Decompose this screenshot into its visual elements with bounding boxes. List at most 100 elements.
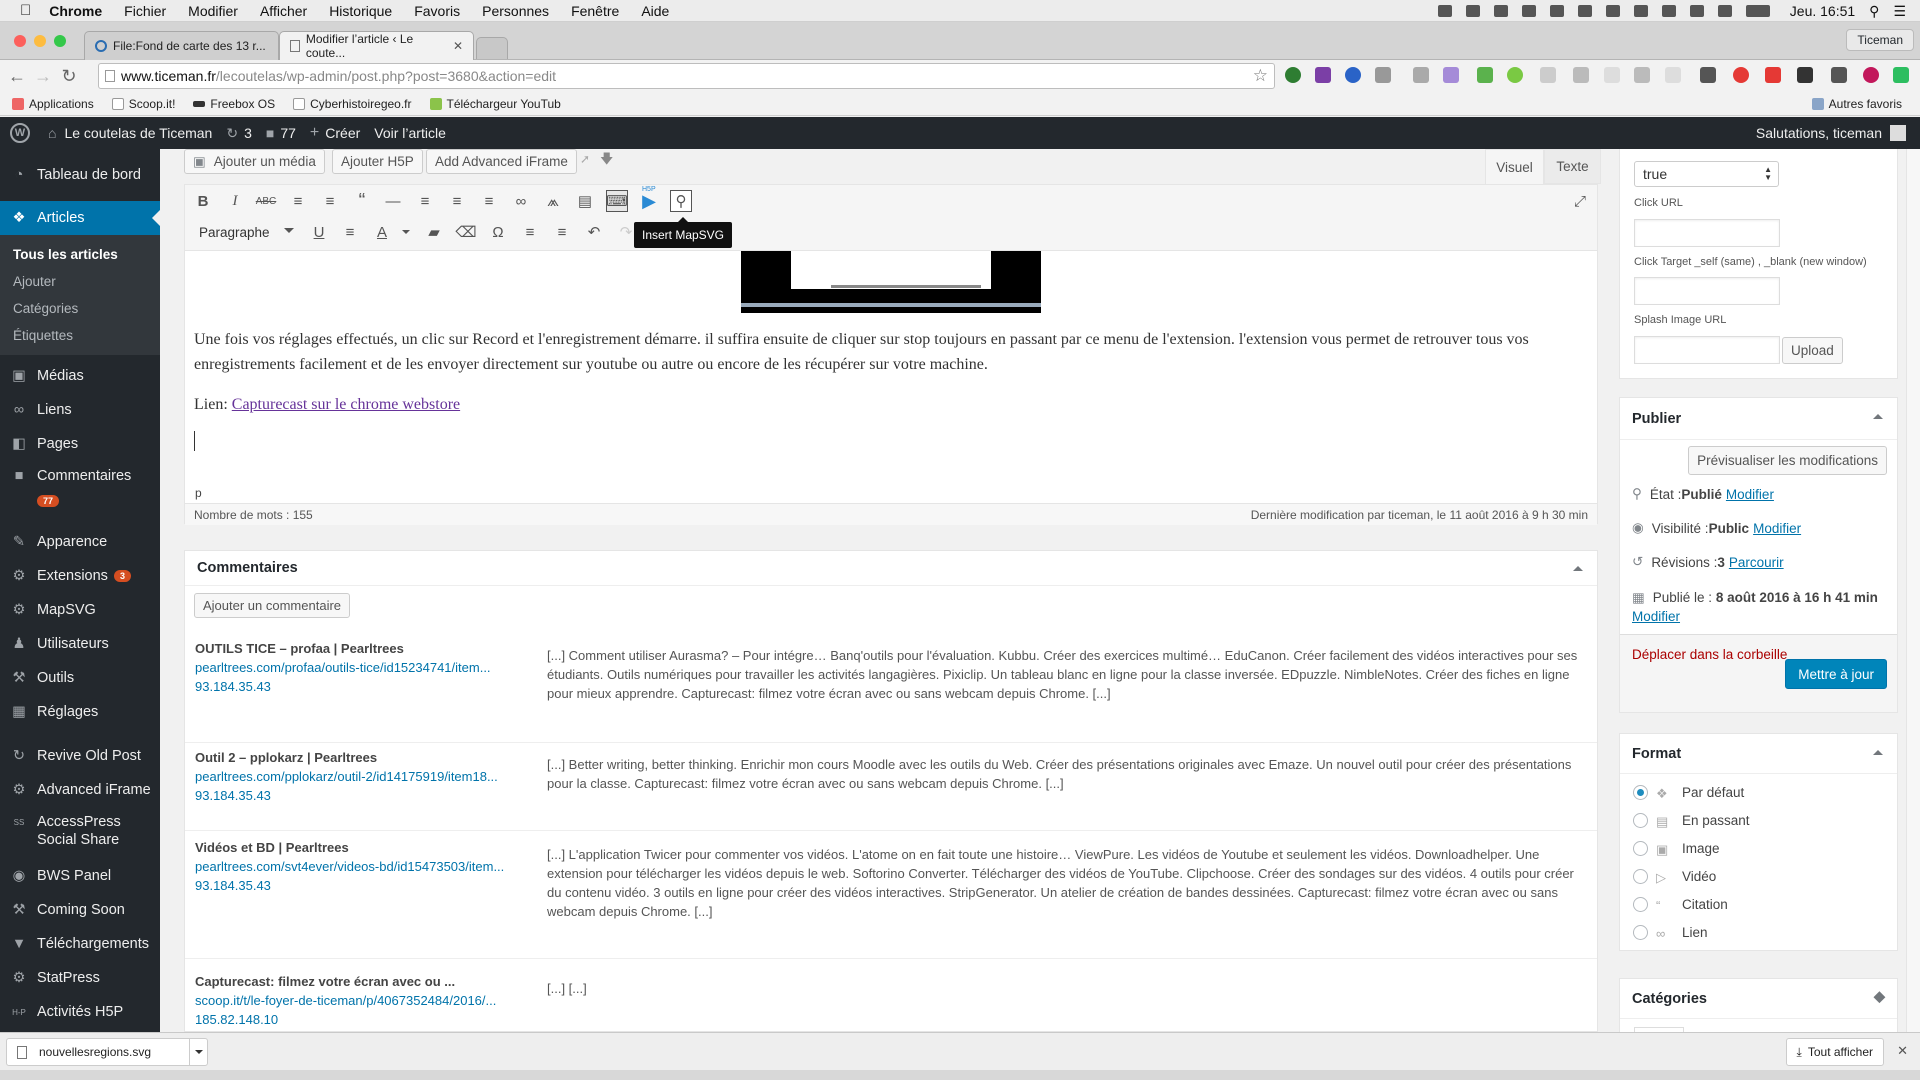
bookmark-freebox[interactable]: Freebox OS [193, 97, 275, 111]
admin-comments[interactable]: ■ 77 [266, 125, 296, 141]
minimize-window-button[interactable] [34, 35, 46, 47]
sidebar-item-links[interactable]: ∞ Liens [0, 393, 160, 427]
chevron-down-icon[interactable] [402, 230, 410, 234]
bookmark-other[interactable]: Autres favoris [1811, 97, 1902, 111]
status-icon[interactable] [1521, 5, 1536, 17]
menu-historique[interactable]: Historique [329, 3, 392, 19]
sidebar-item-mapsvg[interactable]: ⚙ MapSVG [0, 593, 160, 627]
zoom-window-button[interactable] [54, 35, 66, 47]
submenu-categories[interactable]: Catégories [0, 295, 160, 322]
sidebar-item-coming-soon[interactable]: ⚒ Coming Soon [0, 893, 160, 927]
format-option-image[interactable]: ▣ Image [1633, 841, 1720, 857]
extension-icon[interactable] [1477, 67, 1493, 83]
menu-favoris[interactable]: Favoris [414, 3, 460, 19]
sidebar-item-plugins[interactable]: ⚙ Extensions 3 [0, 559, 160, 593]
close-window-button[interactable] [14, 35, 26, 47]
format-select[interactable]: Paragraphe [193, 220, 300, 244]
submenu-add[interactable]: Ajouter [0, 268, 160, 295]
justify-icon[interactable]: ≡ [339, 221, 361, 243]
clock[interactable]: Jeu. 16:51 [1790, 3, 1855, 19]
upload-button[interactable]: Upload [1782, 337, 1843, 364]
close-tab-icon[interactable]: ✕ [453, 39, 463, 53]
add-comment-button[interactable]: Ajouter un commentaire [194, 593, 351, 618]
paste-text-icon[interactable]: ▰ [423, 221, 445, 243]
format-header[interactable]: Format [1620, 734, 1897, 774]
browse-revisions-link[interactable]: Parcourir [1729, 555, 1784, 570]
menu-afficher[interactable]: Afficher [260, 3, 307, 19]
submenu-all-articles[interactable]: Tous les articles [0, 241, 160, 268]
extension-icon[interactable] [1573, 67, 1589, 83]
author-ip[interactable]: 93.184.35.43 [195, 677, 535, 696]
extension-icon[interactable] [1285, 67, 1301, 83]
chevron-down-icon[interactable] [189, 1039, 207, 1065]
opera-icon[interactable] [1733, 67, 1749, 83]
volume-icon[interactable] [1717, 5, 1732, 17]
bookmark-cyberhistoiregeo[interactable]: Cyberhistoiregeo.fr [293, 97, 412, 111]
move-to-trash-link[interactable]: Déplacer dans la corbeille [1632, 647, 1787, 662]
camera-icon[interactable] [1413, 67, 1429, 83]
admin-account[interactable]: Salutations, ticeman [1756, 125, 1906, 141]
h5p-insert-icon[interactable]: ▶ H5P [638, 186, 660, 212]
update-button[interactable]: Mettre à jour [1785, 659, 1887, 689]
author-ip[interactable]: 185.82.148.10 [195, 1010, 535, 1029]
value-select[interactable]: true ▲ ▼ [1634, 161, 1779, 187]
sidebar-item-users[interactable]: ♟ Utilisateurs [0, 627, 160, 661]
notification-center-icon[interactable]: ☰ [1893, 3, 1906, 20]
extension-icon[interactable] [1831, 67, 1847, 83]
radio-button[interactable] [1633, 841, 1648, 856]
format-option-video[interactable]: ▷ Vidéo [1633, 869, 1716, 885]
bookmark-scoopit[interactable]: Scoop.it! [111, 97, 175, 111]
sidebar-item-dashboard[interactable]: ◔ Tableau de bord [0, 155, 160, 195]
radio-button[interactable] [1633, 813, 1648, 828]
pen-icon[interactable] [1443, 67, 1459, 83]
extension-icon[interactable] [1863, 67, 1879, 83]
menu-personnes[interactable]: Personnes [482, 3, 549, 19]
author-ip[interactable]: 93.184.35.43 [195, 876, 535, 895]
author-url[interactable]: pearltrees.com/svt4ever/videos-bd/id1547… [195, 857, 535, 876]
radio-button[interactable] [1633, 925, 1648, 940]
post-content[interactable]: Une fois vos réglages effectués, un clic… [194, 327, 1589, 451]
tab-wikimedia[interactable]: File:Fond de carte des 13 r... [84, 31, 279, 60]
admin-updates[interactable]: ↻ 3 [226, 125, 252, 142]
embedded-screenshot-image[interactable] [741, 251, 1041, 313]
menu-fichier[interactable]: Fichier [124, 3, 166, 19]
admin-site-link[interactable]: ⌂ Le coutelas de Ticeman [48, 125, 212, 141]
categories-header[interactable]: Catégories ◆ [1620, 979, 1897, 1019]
italic-icon[interactable]: I [224, 190, 246, 212]
forward-icon[interactable]: → [30, 66, 56, 87]
sidebar-item-articles[interactable]: ❖ Articles [0, 201, 160, 235]
special-character-icon[interactable]: Ω [487, 221, 509, 243]
align-left-icon[interactable]: ≡ [414, 190, 436, 212]
display-icon[interactable] [1549, 5, 1564, 17]
click-target-input[interactable] [1634, 277, 1780, 305]
radio-button[interactable] [1633, 785, 1648, 800]
menu-fenetre[interactable]: Fenêtre [571, 3, 619, 19]
extension-icon[interactable] [1507, 67, 1523, 83]
close-icon[interactable]: ✕ [1897, 1043, 1908, 1059]
edit-visibility-link[interactable]: Modifier [1753, 521, 1801, 536]
strikethrough-icon[interactable]: ABC [255, 190, 277, 212]
extension-icon[interactable] [1540, 67, 1556, 83]
fullscreen-icon[interactable]: ⤢ [1569, 190, 1591, 212]
collapse-icon[interactable] [1573, 566, 1583, 571]
read-more-icon[interactable]: ▤ [574, 190, 596, 212]
sidebar-item-comments[interactable]: ■ Commentaires [0, 461, 160, 491]
battery-icon[interactable] [1745, 5, 1770, 17]
sidebar-item-appearance[interactable]: ✎ Apparence [0, 525, 160, 559]
bluetooth-icon[interactable] [1661, 5, 1676, 17]
unlink-icon[interactable]: ⩕ [542, 190, 564, 212]
text-color-icon[interactable]: A [371, 221, 393, 243]
underline-icon[interactable]: U [308, 221, 330, 243]
evernote-icon[interactable] [1893, 67, 1909, 83]
link-icon[interactable]: ∞ [510, 190, 532, 212]
author-url[interactable]: scoop.it/t/le-foyer-de-ticeman/p/4067352… [195, 991, 535, 1010]
menu-aide[interactable]: Aide [641, 3, 669, 19]
pdf-icon[interactable] [1765, 67, 1781, 83]
radio-button[interactable] [1633, 897, 1648, 912]
format-option-default[interactable]: ❖ Par défaut [1633, 785, 1744, 801]
admin-new-content[interactable]: + Créer [310, 124, 360, 142]
back-icon[interactable]: ← [4, 66, 30, 87]
reload-icon[interactable]: ↻ [56, 66, 82, 87]
sidebar-item-accesspress[interactable]: SS AccessPress Social Share [0, 807, 160, 859]
collapse-icon[interactable] [1873, 750, 1883, 755]
